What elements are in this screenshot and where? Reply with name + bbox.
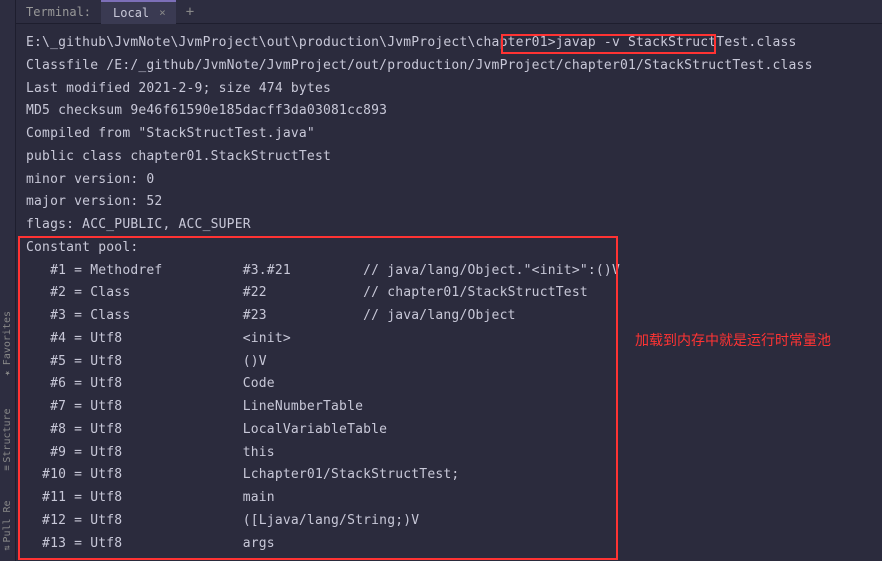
sidebar-label: Pull Re <box>2 500 13 542</box>
cp-row: #13 = Utf8 args <box>26 533 872 556</box>
terminal-output[interactable]: E:\_github\JvmNote\JvmProject\out\produc… <box>16 24 882 561</box>
prompt-line: E:\_github\JvmNote\JvmProject\out\produc… <box>26 32 872 55</box>
out-classfile: Classfile /E:/_github/JvmNote/JvmProject… <box>26 55 872 78</box>
pull-icon: ⇅ <box>3 546 13 551</box>
star-icon: ★ <box>3 368 13 378</box>
out-md5: MD5 checksum 9e46f61590e185dacff3da03081… <box>26 100 872 123</box>
sidebar-label: Favorites <box>2 311 13 365</box>
sidebar-item-favorites[interactable]: ★ Favorites <box>2 311 13 378</box>
cp-row: #11 = Utf8 main <box>26 487 872 510</box>
close-icon[interactable]: × <box>157 6 168 19</box>
cp-row: #7 = Utf8 LineNumberTable <box>26 396 872 419</box>
left-sidebar: ★ Favorites ≡ Structure ⇅ Pull Re <box>0 0 16 561</box>
terminal-label: Terminal: <box>16 5 101 19</box>
cp-row: #1 = Methodref #3.#21 // java/lang/Objec… <box>26 260 872 283</box>
add-tab-button[interactable]: + <box>176 4 204 20</box>
out-flags: flags: ACC_PUBLIC, ACC_SUPER <box>26 214 872 237</box>
terminal-tabbar: Terminal: Local × + <box>16 0 882 24</box>
cp-row: #2 = Class #22 // chapter01/StackStructT… <box>26 282 872 305</box>
cp-row: #5 = Utf8 ()V <box>26 351 872 374</box>
prompt-path: E:\_github\JvmNote\JvmProject\out\produc… <box>26 35 556 50</box>
out-minor: minor version: 0 <box>26 169 872 192</box>
cp-row: #10 = Utf8 Lchapter01/StackStructTest; <box>26 464 872 487</box>
prompt-command: javap -v StackStructTest.class <box>556 35 797 50</box>
tab-label: Local <box>113 6 149 20</box>
out-cpheader: Constant pool: <box>26 237 872 260</box>
structure-icon: ≡ <box>3 465 13 470</box>
sidebar-item-structure[interactable]: ≡ Structure <box>2 408 13 471</box>
cp-row: #12 = Utf8 ([Ljava/lang/String;)V <box>26 510 872 533</box>
out-lastmod: Last modified 2021-2-9; size 474 bytes <box>26 78 872 101</box>
sidebar-item-pullreq[interactable]: ⇅ Pull Re <box>2 500 13 551</box>
sidebar-label: Structure <box>2 408 13 462</box>
out-compiled: Compiled from "StackStructTest.java" <box>26 123 872 146</box>
cp-row: #9 = Utf8 this <box>26 442 872 465</box>
out-public: public class chapter01.StackStructTest <box>26 146 872 169</box>
annotation-text: 加载到内存中就是运行时常量池 <box>635 330 831 350</box>
cp-row: #8 = Utf8 LocalVariableTable <box>26 419 872 442</box>
cp-row: #6 = Utf8 Code <box>26 373 872 396</box>
out-major: major version: 52 <box>26 191 872 214</box>
cp-row: #3 = Class #23 // java/lang/Object <box>26 305 872 328</box>
tab-local[interactable]: Local × <box>101 0 176 24</box>
